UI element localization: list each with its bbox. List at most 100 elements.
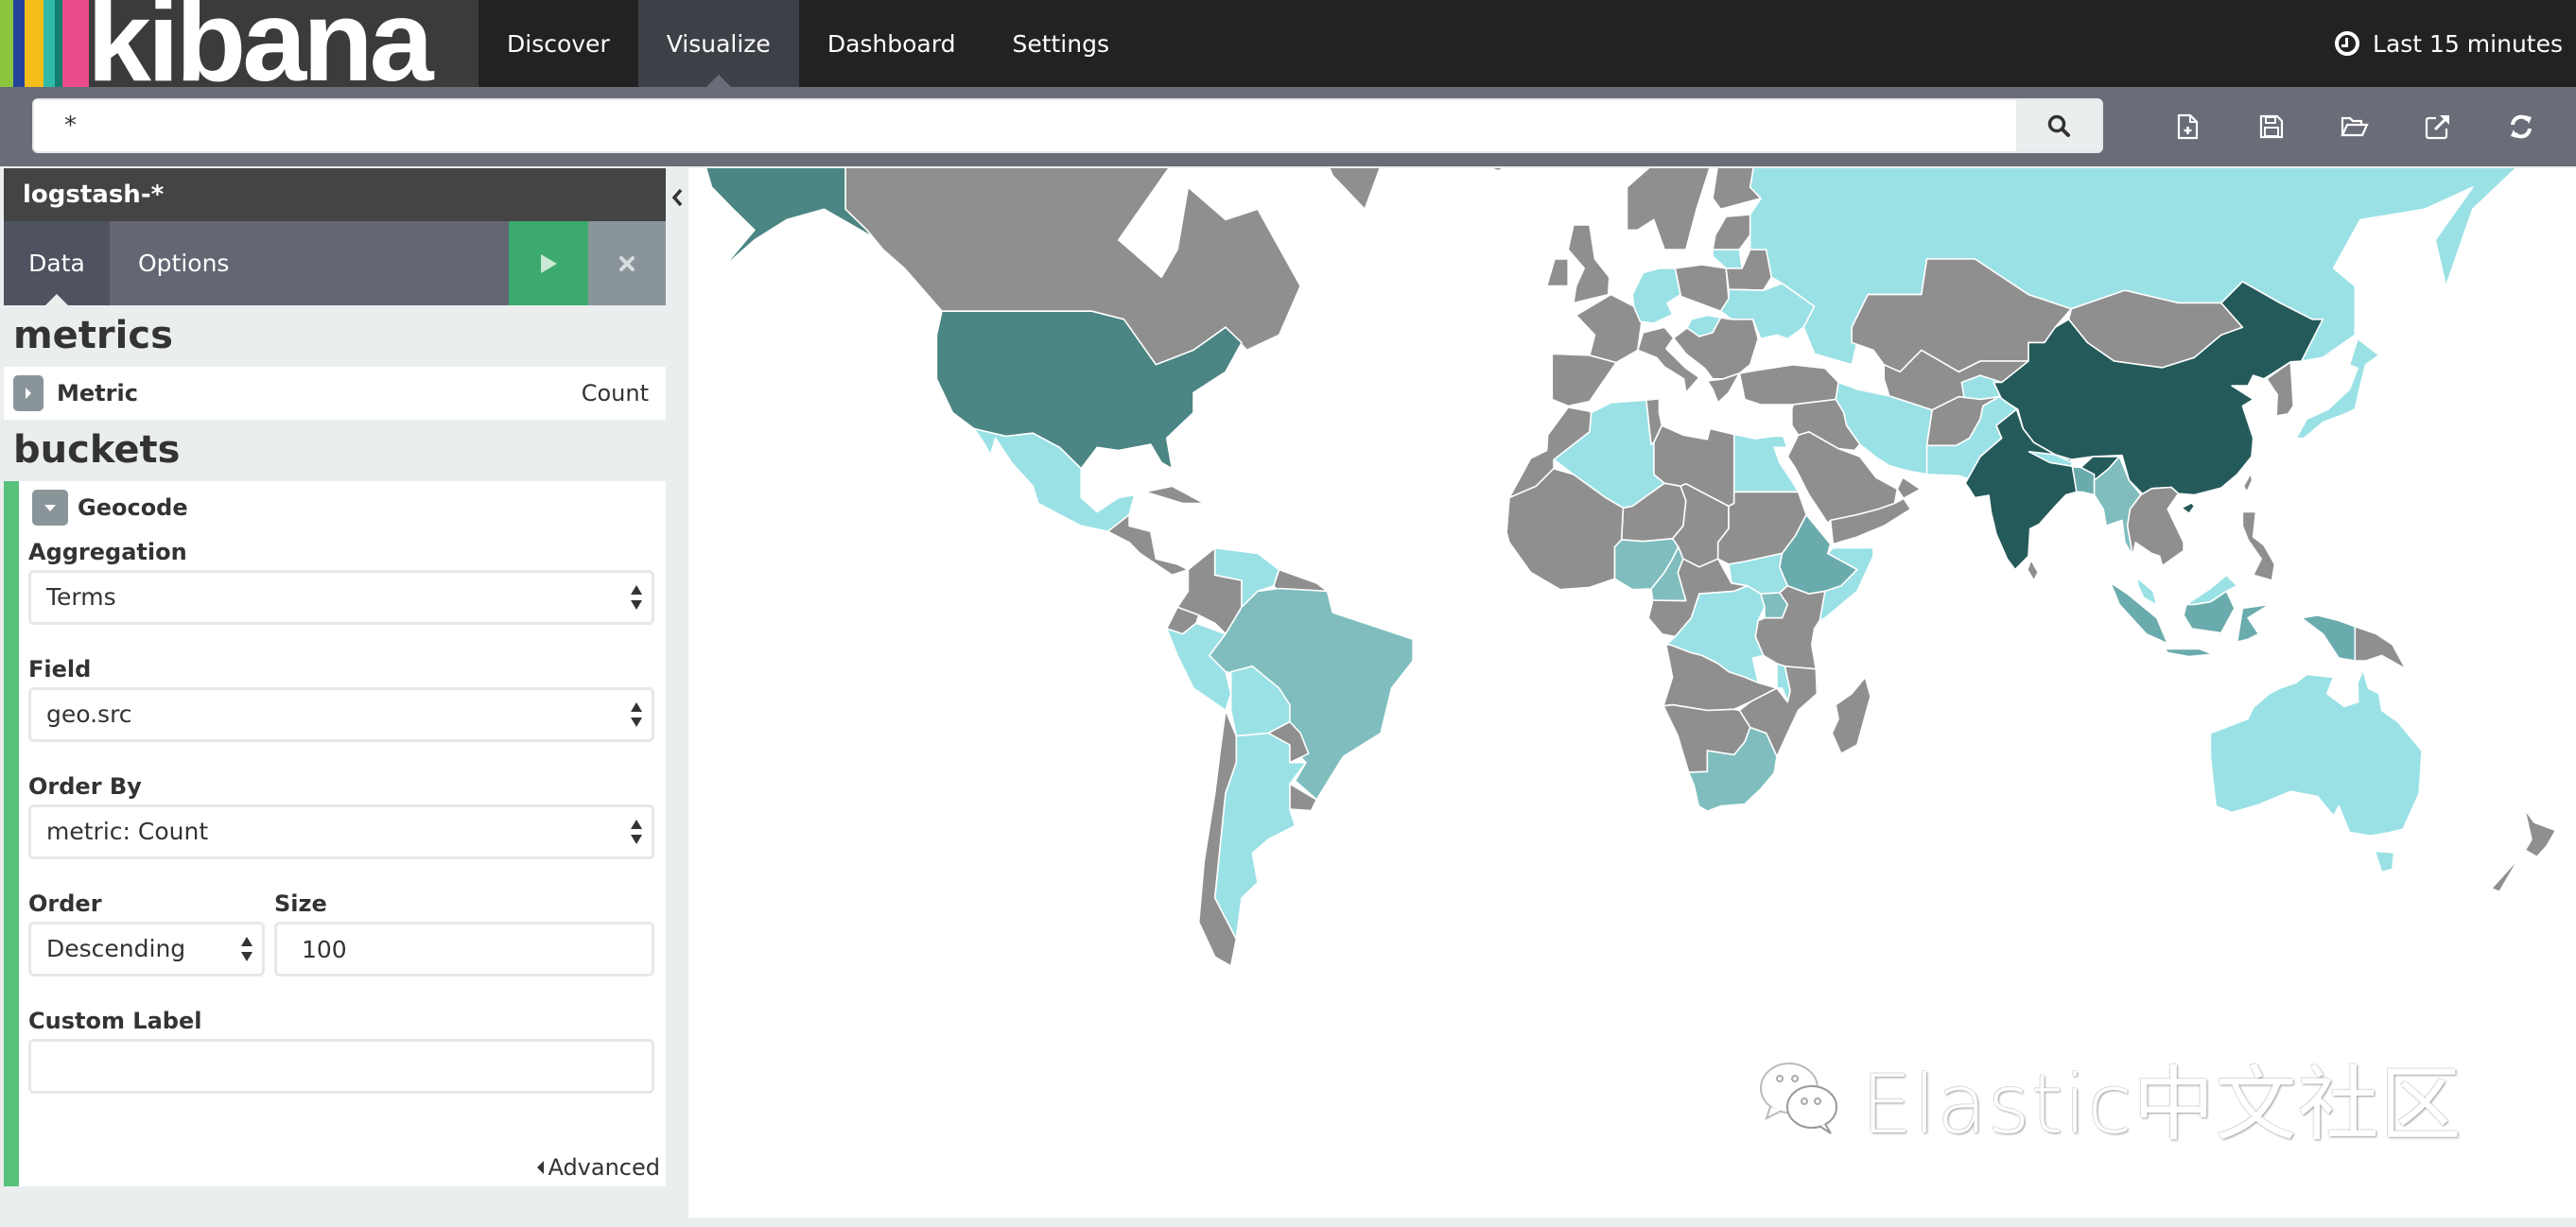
- country-sumatra[interactable]: [2109, 581, 2168, 645]
- order-select[interactable]: Descending: [28, 922, 265, 976]
- region-map-panel[interactable]: Elastic中文社区: [688, 168, 2576, 1218]
- country-sulawesi[interactable]: [2236, 603, 2271, 643]
- country-turkey[interactable]: [1738, 364, 1839, 406]
- share-icon: [2425, 115, 2449, 140]
- apply-changes-button[interactable]: [509, 221, 588, 305]
- index-pattern-title: logstash-*: [4, 168, 666, 221]
- field-label: Field: [28, 656, 92, 683]
- order-label: Order: [28, 890, 102, 917]
- country-central-america[interactable]: [1106, 513, 1190, 577]
- query-input[interactable]: [34, 100, 2018, 151]
- kibana-window: kibana Discover Visualize Dashboard Sett…: [0, 0, 2576, 1227]
- custom-label-input[interactable]: [28, 1039, 654, 1094]
- country-lithuania[interactable]: [1712, 249, 1743, 269]
- logo-stripe: [44, 0, 55, 87]
- search-button[interactable]: [2016, 100, 2101, 151]
- country-spain[interactable]: [1551, 353, 1618, 407]
- collapse-toggle[interactable]: [32, 490, 68, 526]
- select-arrows-icon: [631, 585, 642, 610]
- country-papua-new-guinea[interactable]: [2354, 625, 2407, 670]
- custom-label-label: Custom Label: [28, 1008, 202, 1034]
- metrics-heading: metrics: [13, 314, 173, 357]
- country-sri-lanka[interactable]: [2027, 559, 2039, 581]
- country-java[interactable]: [2164, 648, 2215, 658]
- country-cuba[interactable]: [1144, 485, 1206, 505]
- select-arrows-icon: [241, 937, 252, 961]
- toolbar-actions: [2147, 87, 2563, 166]
- nav-tab-discover[interactable]: Discover: [479, 0, 638, 87]
- sidebar-collapse-strip: [666, 168, 688, 1227]
- query-toolbar: [0, 87, 2576, 166]
- tab-options[interactable]: Options: [138, 221, 229, 305]
- bucket-status-bar: [4, 481, 19, 1186]
- time-range-label: Last 15 minutes: [2373, 29, 2563, 58]
- open-button[interactable]: [2313, 87, 2396, 166]
- save-icon: [2259, 114, 2284, 139]
- order-by-label: Order By: [28, 773, 142, 800]
- kibana-logo[interactable]: kibana: [0, 0, 479, 87]
- logo-text: kibana: [87, 0, 433, 87]
- world-choropleth-map[interactable]: [688, 168, 2576, 1218]
- share-button[interactable]: [2396, 87, 2480, 166]
- country-ireland[interactable]: [1545, 258, 1570, 287]
- country-poland[interactable]: [1674, 264, 1730, 312]
- collapse-sidebar-button[interactable]: [670, 183, 685, 212]
- country-tasmania[interactable]: [2374, 850, 2395, 873]
- main-nav: Discover Visualize Dashboard Settings: [479, 0, 1138, 87]
- size-label: Size: [274, 890, 327, 917]
- geocode-bucket: Geocode Aggregation Terms Field geo.src …: [4, 481, 666, 1186]
- discard-changes-button[interactable]: [588, 221, 666, 305]
- country-egypt[interactable]: [1732, 433, 1800, 493]
- country-iceland[interactable]: [1471, 168, 1530, 172]
- country-hainan[interactable]: [2181, 502, 2196, 515]
- new-visualization-button[interactable]: [2147, 87, 2230, 166]
- country-philippines[interactable]: [2241, 510, 2276, 581]
- nav-tab-settings[interactable]: Settings: [983, 0, 1138, 87]
- country-uk[interactable]: [1567, 224, 1610, 304]
- play-icon: [541, 253, 557, 273]
- bucket-title: Geocode: [78, 494, 188, 521]
- sidebar-tabs: Data Options: [4, 221, 666, 305]
- country-madagascar[interactable]: [1831, 676, 1871, 755]
- logo-stripe: [13, 0, 25, 87]
- metric-label: Metric: [57, 380, 138, 406]
- metric-agg-row[interactable]: Metric Count: [4, 367, 666, 420]
- country-malaysia[interactable]: [2136, 577, 2158, 606]
- select-arrows-icon: [631, 702, 642, 727]
- logo-stripe: [0, 0, 13, 87]
- nav-tab-dashboard[interactable]: Dashboard: [799, 0, 984, 87]
- buckets-heading: buckets: [13, 428, 181, 472]
- refresh-button[interactable]: [2480, 87, 2563, 166]
- advanced-toggle-link[interactable]: Advanced: [537, 1154, 660, 1181]
- logo-stripe: [55, 0, 62, 87]
- tab-data[interactable]: Data: [4, 221, 110, 305]
- bucket-header[interactable]: Geocode: [28, 481, 654, 534]
- country-taiwan[interactable]: [2242, 472, 2254, 493]
- country-new-guinea-west[interactable]: [2300, 614, 2357, 662]
- clock-icon: [2335, 31, 2360, 56]
- caret-right-icon: [26, 388, 31, 399]
- select-arrows-icon: [631, 820, 642, 844]
- aggregation-select[interactable]: Terms: [28, 570, 654, 625]
- caret-left-icon: [537, 1161, 545, 1174]
- refresh-icon: [2511, 114, 2532, 139]
- expand-toggle[interactable]: [13, 375, 44, 411]
- country-greenland[interactable]: [1226, 168, 1504, 211]
- order-by-select[interactable]: metric: Count: [28, 804, 654, 859]
- nav-tab-visualize[interactable]: Visualize: [637, 0, 799, 87]
- field-value: geo.src: [46, 700, 132, 728]
- country-germany[interactable]: [1631, 268, 1681, 324]
- save-button[interactable]: [2230, 87, 2313, 166]
- field-select[interactable]: geo.src: [28, 687, 654, 742]
- map-footer-border: [688, 1218, 2576, 1227]
- size-input[interactable]: [274, 922, 654, 976]
- country-baltics[interactable]: [1712, 214, 1751, 251]
- folder-open-icon: [2341, 116, 2369, 137]
- new-document-icon: [2177, 113, 2199, 140]
- country-australia[interactable]: [2209, 669, 2423, 838]
- time-picker[interactable]: Last 15 minutes: [2335, 0, 2563, 87]
- order-value: Descending: [46, 935, 186, 962]
- country-new-zealand[interactable]: [2490, 808, 2557, 893]
- close-icon: [619, 255, 635, 271]
- caret-down-icon: [44, 505, 56, 511]
